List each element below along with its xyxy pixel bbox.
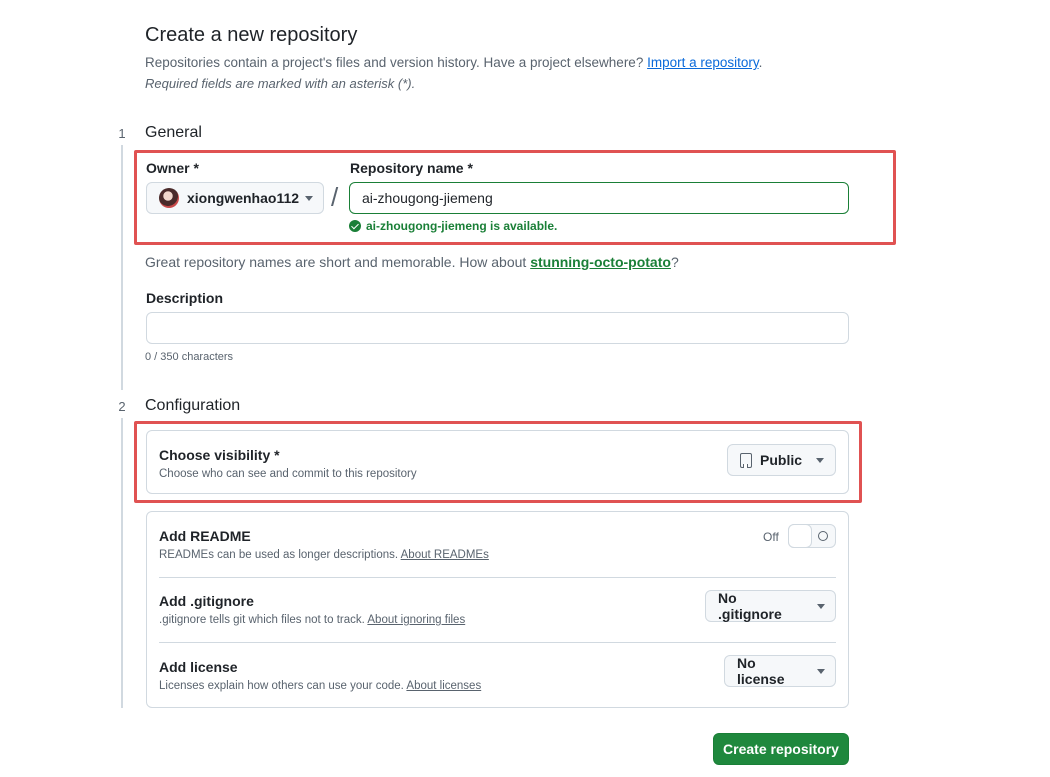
step-line-general <box>121 145 123 390</box>
readme-title: Add README <box>159 528 251 544</box>
repository-options-panel: Add README READMEs can be used as longer… <box>146 511 849 708</box>
highlight-box-general <box>134 150 896 245</box>
description-label: Description <box>146 290 224 306</box>
about-licenses-link[interactable]: About licenses <box>406 680 481 692</box>
description-char-count: 0 / 350 characters <box>145 351 234 363</box>
divider <box>159 642 836 643</box>
license-value: No license <box>737 655 785 687</box>
chevron-down-icon <box>817 668 825 674</box>
section-title-general: General <box>145 124 202 141</box>
subtitle-text: Repositories contain a project's files a… <box>145 55 644 70</box>
page-title: Create a new repository <box>145 24 358 46</box>
subtitle-suffix: . <box>758 55 763 70</box>
hint-text: Great repository names are short and mem… <box>145 254 527 270</box>
license-description: Licenses explain how others can use your… <box>159 680 481 692</box>
hint-suffix: ? <box>670 254 679 270</box>
name-suggestion-hint: Great repository names are short and mem… <box>145 254 679 270</box>
license-title: Add license <box>159 659 238 675</box>
toggle-knob <box>788 524 812 548</box>
suggested-name-link[interactable]: stunning-octo-potato <box>530 254 671 270</box>
step-number-1: 1 <box>110 121 134 145</box>
section-title-configuration: Configuration <box>145 397 241 414</box>
gitignore-description: .gitignore tells git which files not to … <box>159 614 465 626</box>
step-number-2: 2 <box>110 394 134 418</box>
import-repository-link[interactable]: Import a repository <box>647 55 759 70</box>
gitignore-desc-text: .gitignore tells git which files not to … <box>159 614 365 626</box>
about-readmes-link[interactable]: About READMEs <box>401 549 489 561</box>
about-ignoring-files-link[interactable]: About ignoring files <box>367 614 465 626</box>
page-subtitle: Repositories contain a project's files a… <box>145 55 762 70</box>
gitignore-title: Add .gitignore <box>159 593 254 609</box>
gitignore-select[interactable]: No .gitignore <box>705 590 836 622</box>
required-fields-note: Required fields are marked with an aster… <box>145 76 416 91</box>
gitignore-value: No .gitignore <box>718 590 782 622</box>
readme-toggle[interactable] <box>788 524 836 548</box>
readme-toggle-label: Off <box>763 530 779 544</box>
chevron-down-icon <box>817 603 825 609</box>
description-input[interactable] <box>146 312 849 344</box>
divider <box>159 577 836 578</box>
create-repository-button[interactable]: Create repository <box>713 733 849 765</box>
step-line-configuration <box>121 418 123 708</box>
readme-desc-text: READMEs can be used as longer descriptio… <box>159 549 399 561</box>
license-select[interactable]: No license <box>724 655 836 687</box>
highlight-box-visibility <box>134 421 862 503</box>
toggle-off-icon <box>818 531 828 541</box>
license-desc-text: Licenses explain how others can use your… <box>159 680 404 692</box>
readme-description: READMEs can be used as longer descriptio… <box>159 549 489 561</box>
